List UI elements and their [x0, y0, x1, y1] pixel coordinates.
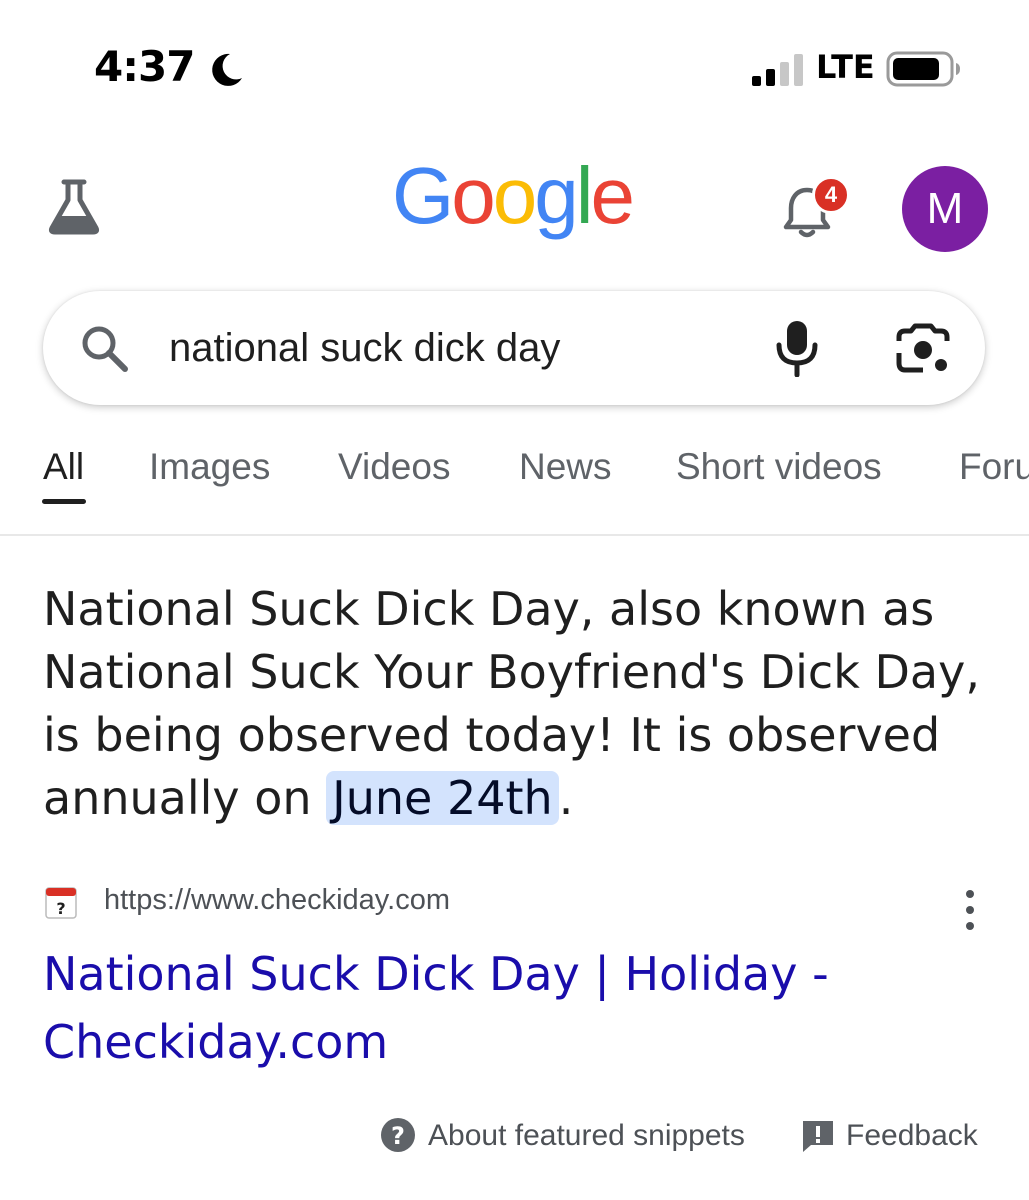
feedback-link[interactable]: Feedback — [846, 1119, 978, 1153]
logo-letter: o — [492, 151, 537, 240]
flask-icon[interactable] — [44, 176, 104, 236]
tab-forums[interactable]: Foru — [959, 446, 1029, 488]
featured-snippet-text: National Suck Dick Day, also known as Na… — [43, 578, 993, 830]
logo-letter: G — [392, 151, 454, 240]
about-featured-snippets-link[interactable]: About featured snippets — [428, 1119, 745, 1153]
status-bar: 4:37 LTE — [0, 0, 1029, 130]
moon-icon — [212, 53, 242, 86]
avatar[interactable]: M — [902, 166, 988, 252]
notification-badge: 4 — [812, 176, 850, 214]
logo-letter: g — [534, 151, 578, 240]
help-icon[interactable]: ? — [380, 1117, 416, 1153]
source-url[interactable]: https://www.checkiday.com — [104, 884, 450, 917]
tab-videos[interactable]: Videos — [338, 446, 450, 488]
notifications-button[interactable]: 4 — [782, 176, 852, 242]
result-title-link[interactable]: National Suck Dick Day | Holiday - Check… — [43, 940, 943, 1076]
feedback-icon[interactable] — [801, 1119, 835, 1153]
tab-news[interactable]: News — [519, 446, 612, 488]
battery-icon — [886, 51, 960, 87]
network-label: LTE — [816, 48, 875, 86]
status-time: 4:37 — [94, 42, 195, 91]
search-input[interactable] — [169, 321, 729, 375]
tab-all[interactable]: All — [43, 446, 84, 488]
logo-letter: l — [575, 151, 594, 240]
more-options-icon[interactable] — [956, 888, 984, 932]
signal-icon — [752, 54, 803, 86]
logo-letter: e — [590, 151, 635, 240]
calendar-favicon-icon: ? — [45, 887, 77, 919]
svg-text:?: ? — [56, 899, 65, 918]
snippet-highlight: June 24th — [326, 771, 559, 825]
search-icon — [82, 326, 128, 372]
search-tabs: All Images Videos News Short videos Foru — [0, 440, 1029, 536]
snippet-suffix: . — [558, 771, 574, 825]
search-bar[interactable] — [43, 291, 985, 405]
tab-images[interactable]: Images — [149, 446, 270, 488]
google-logo: Google — [392, 151, 635, 240]
active-tab-indicator — [42, 499, 86, 504]
lens-icon[interactable] — [895, 323, 951, 375]
tab-short-videos[interactable]: Short videos — [676, 446, 882, 488]
logo-letter: o — [451, 151, 495, 240]
svg-text:?: ? — [391, 1122, 405, 1150]
mic-icon[interactable] — [775, 319, 819, 377]
